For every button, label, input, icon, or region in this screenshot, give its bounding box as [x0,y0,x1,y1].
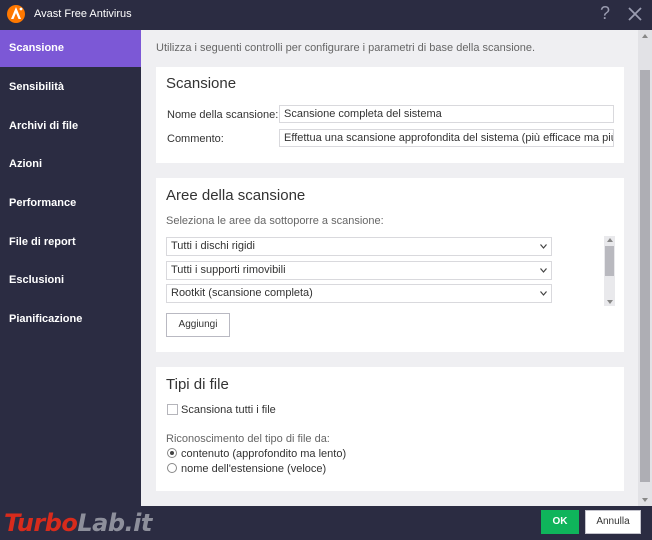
sidebar-item-label: Sensibilità [9,81,65,93]
title-bar: Avast Free Antivirus ? [0,0,652,30]
sidebar-item-scansione[interactable]: Scansione [0,30,141,67]
chevron-down-icon [540,244,547,249]
radio-content[interactable] [167,448,177,458]
file-types-section-title: Tipi di file [166,376,229,393]
sidebar-item-label: File di report [9,236,76,248]
footer-bar: TurboLab.it OK Annulla [0,506,652,540]
watermark-part: Lab.it [77,509,152,537]
radio-content-label: contenuto (approfondito ma lento) [181,448,347,460]
settings-content: Utilizza i seguenti controlli per config… [141,30,638,506]
area-select-value: Rootkit (scansione completa) [171,287,313,299]
cancel-button[interactable]: Annulla [585,510,641,534]
sidebar-item-label: Esclusioni [9,274,65,286]
sidebar-item-label: Archivi di file [9,120,79,132]
sidebar-item-label: Pianificazione [9,313,83,325]
sidebar: Scansione Sensibilità Archivi di file Az… [0,30,141,506]
sidebar-item-label: Azioni [9,158,42,170]
radio-extension-label: nome dell'estensione (veloce) [181,463,327,475]
scan-name-label: Nome della scansione: [167,109,279,121]
recognition-label: Riconoscimento del tipo di file da: [166,433,330,445]
scroll-thumb[interactable] [605,246,614,276]
scroll-down-icon[interactable] [607,300,613,304]
scan-name-field[interactable]: Scansione completa del sistema [279,105,614,123]
sidebar-item-file-di-report[interactable]: File di report [0,224,141,261]
areas-panel: Aree della scansione Seleziona le aree d… [156,178,624,352]
comment-field[interactable]: Effettua una scansione approfondita del … [279,129,614,147]
sidebar-item-esclusioni[interactable]: Esclusioni [0,262,141,299]
sidebar-item-performance[interactable]: Performance [0,185,141,222]
scan-section-title: Scansione [166,75,237,92]
area-select-2[interactable]: Tutti i supporti rimovibili [166,261,552,280]
intro-text: Utilizza i seguenti controlli per config… [156,42,536,54]
sidebar-item-archivi[interactable]: Archivi di file [0,108,141,145]
sidebar-item-azioni[interactable]: Azioni [0,146,141,183]
scan-all-files-label: Scansiona tutti i file [181,404,276,416]
watermark-part: Turbo [4,509,78,537]
radio-extension[interactable] [167,463,177,473]
file-types-panel: Tipi di file Scansiona tutti i file Rico… [156,367,624,491]
close-icon[interactable] [625,4,645,24]
area-select-value: Tutti i supporti rimovibili [171,264,286,276]
help-button[interactable]: ? [596,3,614,25]
scroll-up-icon[interactable] [607,238,613,242]
chevron-down-icon [540,268,547,273]
window-title: Avast Free Antivirus [34,8,132,20]
area-select-value: Tutti i dischi rigidi [171,240,255,252]
scan-panel: Scansione Nome della scansione: Scansion… [156,67,624,163]
scroll-down-icon[interactable] [642,498,648,502]
sidebar-item-label: Performance [9,197,77,209]
sidebar-item-label: Scansione [9,42,65,54]
content-scrollbar[interactable] [638,30,652,506]
scroll-thumb[interactable] [640,70,650,482]
sidebar-item-pianificazione[interactable]: Pianificazione [0,301,141,338]
areas-section-title: Aree della scansione [166,187,306,204]
chevron-down-icon [540,291,547,296]
avast-logo-icon [7,5,25,23]
area-select-3[interactable]: Rootkit (scansione completa) [166,284,552,303]
watermark-logo: TurboLab.it [4,506,152,540]
comment-label: Commento: [167,133,224,145]
scroll-up-icon[interactable] [642,34,648,38]
area-select-1[interactable]: Tutti i dischi rigidi [166,237,552,256]
sidebar-item-sensibilita[interactable]: Sensibilità [0,69,141,106]
add-area-button[interactable]: Aggiungi [166,313,230,337]
scan-all-files-checkbox[interactable] [167,404,178,415]
areas-hint: Seleziona le aree da sottoporre a scansi… [166,215,384,227]
ok-button[interactable]: OK [541,510,579,534]
areas-scrollbar[interactable] [604,236,615,306]
